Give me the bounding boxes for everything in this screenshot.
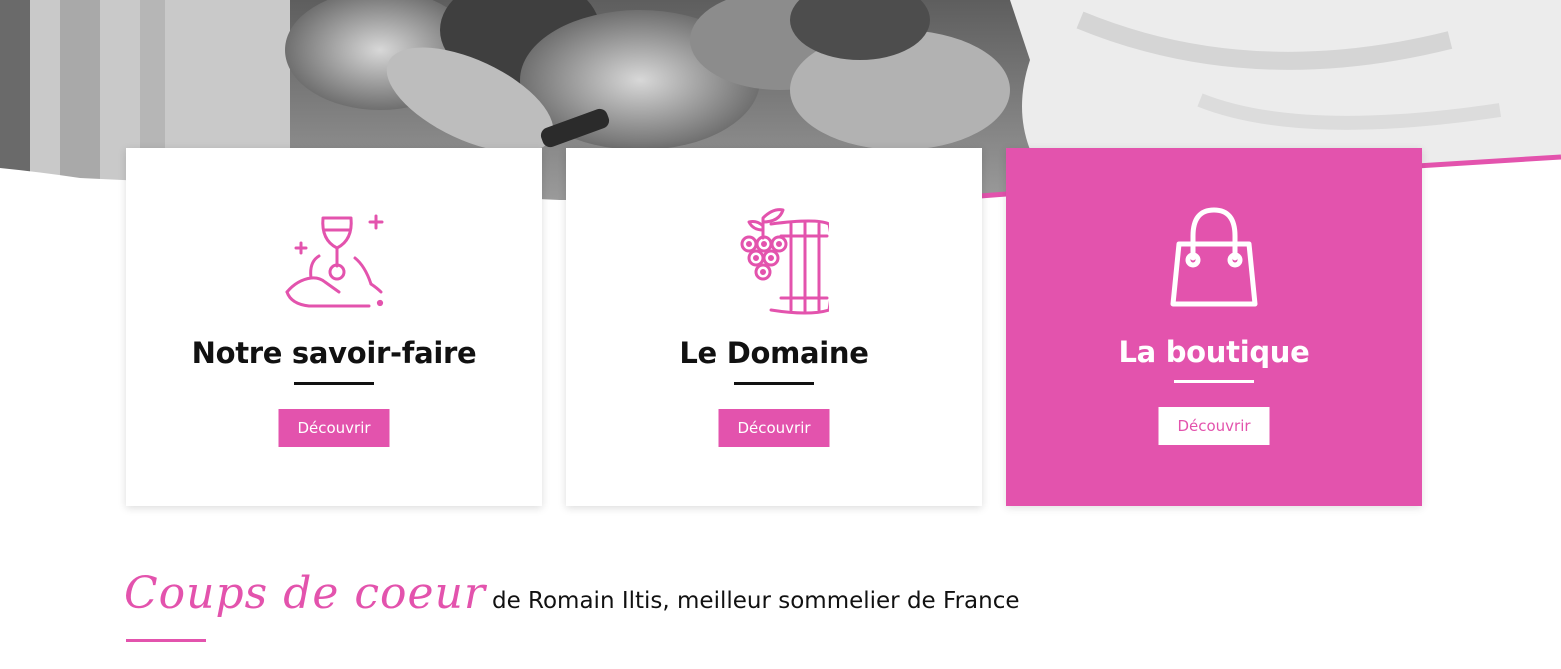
card-title: Le Domaine [679, 336, 869, 370]
decouvrir-button[interactable]: Découvrir [1158, 407, 1270, 445]
card-title: Notre savoir-faire [191, 336, 477, 370]
card-savoir-faire[interactable]: Notre savoir-faire Découvrir [126, 148, 542, 506]
grapes-barrel-icon [719, 206, 829, 316]
card-title: La boutique [1118, 335, 1310, 369]
shopping-bag-icon [1159, 206, 1269, 316]
title-underline [1174, 380, 1254, 383]
coups-underline [126, 639, 206, 642]
title-underline [294, 382, 374, 385]
card-domaine[interactable]: Le Domaine Découvrir [566, 148, 982, 506]
page: Notre savoir-faire Découvrir Le Domaine … [0, 0, 1561, 669]
coups-de-coeur-subtitle: de Romain Iltis, meilleur sommelier de F… [491, 588, 1020, 614]
decouvrir-button[interactable]: Découvrir [278, 409, 390, 447]
card-boutique[interactable]: La boutique Découvrir [1006, 148, 1422, 506]
coups-de-coeur-heading: Coups de coeur de Romain Iltis, meilleur … [124, 568, 1020, 619]
wine-tasting-icon [279, 206, 389, 316]
coups-de-coeur-script: Coups de coeur [124, 568, 486, 619]
decouvrir-button[interactable]: Découvrir [718, 409, 830, 447]
title-underline [734, 382, 814, 385]
